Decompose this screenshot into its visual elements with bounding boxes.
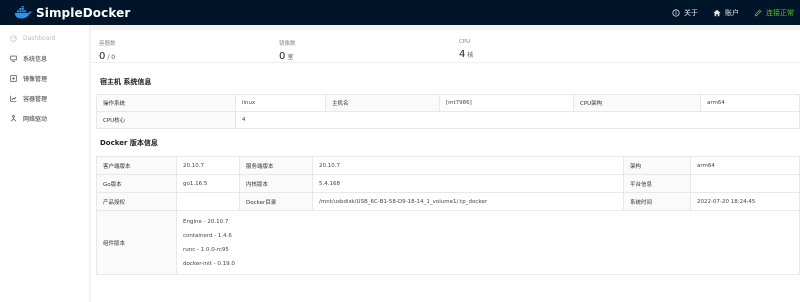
components-value: Engine - 20.10.7 containerd - 1.4.6 runc… bbox=[176, 210, 800, 275]
sidebar-item-label: Dashboard bbox=[23, 34, 56, 42]
monitor-icon bbox=[10, 55, 17, 62]
container-icon bbox=[10, 95, 17, 102]
main-panel: 容器数 0/ 0 镜像数 0室 CPU 4核 宿主机 系统信息 操作系统 lin… bbox=[91, 30, 800, 302]
image-icon bbox=[10, 74, 17, 82]
network-icon bbox=[10, 114, 17, 122]
table-row: 客户端版本 20.10.7 服务端版本 20.10.7 架构 arm64 bbox=[96, 156, 800, 175]
client-version-label: 客户端版本 bbox=[96, 156, 177, 175]
table-row: 操作系统 linux 主机名 [mt7986] CPU架构 arm64 bbox=[96, 94, 800, 112]
table-row: 产品授权 Docker目录 /mnt/usbdisk/USB_6C-B1-58-… bbox=[96, 192, 800, 211]
license-value bbox=[176, 192, 240, 211]
hostname-value: [mt7986] bbox=[439, 94, 574, 112]
sidebar-item-dashboard[interactable]: Dashboard bbox=[0, 28, 89, 48]
about-label: 关于 bbox=[684, 8, 698, 17]
component-line: Engine - 20.10.7 bbox=[183, 218, 229, 225]
sidebar-item-network[interactable]: 网络驱动 bbox=[0, 108, 89, 128]
go-version-value: go1.16.5 bbox=[176, 174, 240, 193]
sidebar-item-label: 系统信息 bbox=[23, 55, 48, 63]
sidebar: Dashboard 系统信息 镜像管理 容器管理 网络驱动 bbox=[0, 25, 89, 302]
host-info-table: 操作系统 linux 主机名 [mt7986] CPU架构 arm64 CPU核… bbox=[96, 94, 800, 129]
server-version-value: 20.10.7 bbox=[312, 156, 624, 175]
stat-images: 镜像数 0室 bbox=[279, 39, 459, 62]
system-time-label: 系统时间 bbox=[623, 192, 691, 211]
table-row: Go版本 go1.16.5 内核版本 5.4.168 平台信息 bbox=[96, 174, 800, 193]
docker-section-title: Docker 版本信息 bbox=[100, 139, 158, 147]
platform-label: 平台信息 bbox=[623, 174, 691, 193]
sidebar-item-system-info[interactable]: 系统信息 bbox=[0, 48, 89, 68]
stat-label: 容器数 bbox=[99, 41, 116, 47]
kernel-version-value: 5.4.168 bbox=[312, 174, 624, 193]
docker-arch-value: arm64 bbox=[690, 156, 800, 175]
docker-whale-icon bbox=[14, 5, 32, 18]
sidebar-item-label: 容器管理 bbox=[23, 95, 48, 103]
sidebar-item-label: 镜像管理 bbox=[23, 75, 48, 83]
os-label: 操作系统 bbox=[96, 94, 236, 112]
arch-label: CPU架构 bbox=[573, 94, 701, 112]
docker-info-table: 客户端版本 20.10.7 服务端版本 20.10.7 架构 arm64 Go版… bbox=[96, 156, 800, 275]
account-label: 账户 bbox=[725, 8, 739, 17]
server-version-label: 服务端版本 bbox=[239, 156, 313, 175]
component-line: runc - 1.0.0-rc95 bbox=[183, 246, 229, 253]
docker-dir-value: /mnt/usbdisk/USB_6C-B1-58-D9-18-14_1_vol… bbox=[312, 192, 624, 211]
component-line: docker-init - 0.19.0 bbox=[183, 260, 235, 267]
brand[interactable]: SimpleDocker bbox=[14, 5, 131, 20]
host-section-title: 宿主机 系统信息 bbox=[100, 78, 152, 86]
sidebar-item-containers[interactable]: 容器管理 bbox=[0, 88, 89, 108]
stats-row: 容器数 0/ 0 镜像数 0室 CPU 4核 bbox=[91, 30, 800, 63]
stat-value: 4核 bbox=[459, 49, 474, 60]
top-header: SimpleDocker 关于 账户 连接正常 bbox=[0, 0, 800, 25]
table-row: CPU核心 4 bbox=[96, 111, 800, 129]
stat-value: 0/ 0 bbox=[99, 51, 116, 62]
stat-label: 镜像数 bbox=[279, 41, 296, 47]
table-row: 组件版本 Engine - 20.10.7 containerd - 1.4.6… bbox=[96, 210, 800, 275]
account-button[interactable]: 账户 bbox=[713, 8, 739, 18]
stat-cpu: CPU 4核 bbox=[459, 39, 639, 62]
stat-value: 0室 bbox=[279, 51, 294, 62]
go-version-label: Go版本 bbox=[96, 174, 177, 193]
kernel-version-label: 内核版本 bbox=[239, 174, 313, 193]
docker-arch-label: 架构 bbox=[623, 156, 691, 175]
status-label: 连接正常 bbox=[766, 8, 794, 17]
platform-value bbox=[690, 174, 800, 193]
app-title: SimpleDocker bbox=[36, 5, 131, 20]
client-version-value: 20.10.7 bbox=[176, 156, 240, 175]
sidebar-item-label: 网络驱动 bbox=[23, 115, 48, 123]
info-icon bbox=[672, 8, 680, 17]
connection-status[interactable]: 连接正常 bbox=[754, 8, 794, 18]
dashboard-icon bbox=[10, 34, 17, 42]
arch-value: arm64 bbox=[700, 94, 800, 112]
sidebar-item-images[interactable]: 镜像管理 bbox=[0, 68, 89, 88]
os-value: linux bbox=[235, 94, 326, 112]
license-label: 产品授权 bbox=[96, 192, 177, 211]
component-line: containerd - 1.4.6 bbox=[183, 232, 232, 239]
stat-containers: 容器数 0/ 0 bbox=[99, 39, 279, 62]
cores-label: CPU核心 bbox=[96, 111, 236, 129]
home-icon bbox=[713, 9, 721, 16]
system-time-value: 2022-07-20 18:24:45 bbox=[690, 192, 800, 211]
about-button[interactable]: 关于 bbox=[672, 8, 698, 18]
hostname-label: 主机名 bbox=[325, 94, 440, 112]
edit-icon bbox=[754, 9, 762, 16]
cores-value: 4 bbox=[235, 111, 800, 129]
components-label: 组件版本 bbox=[96, 210, 177, 275]
stat-label: CPU bbox=[459, 39, 471, 45]
docker-dir-label: Docker目录 bbox=[239, 192, 313, 211]
